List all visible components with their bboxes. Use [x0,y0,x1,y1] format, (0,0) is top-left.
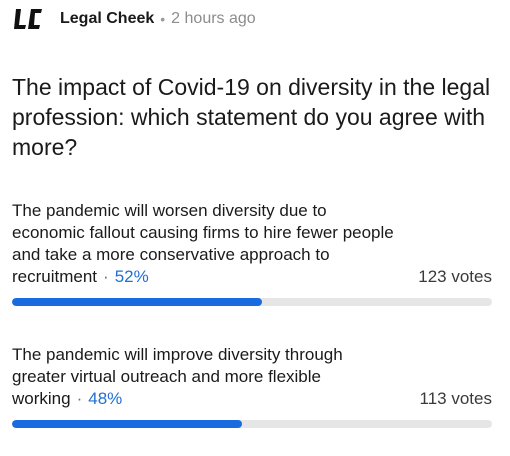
option-percent: 48% [88,389,123,408]
result-bar-track [12,420,492,428]
legal-cheek-logo[interactable] [14,6,46,32]
option-separator: · [103,267,109,286]
option-votes: 113 votes [419,389,492,408]
poll-question: The impact of Covid-19 on diversity in t… [12,74,491,160]
poll-option-2[interactable]: The pandemic will improve diversity thro… [12,344,492,428]
poll-option-1[interactable]: The pandemic will worsen diversity due t… [12,200,492,306]
result-bar-fill [12,420,243,428]
option-percent: 52% [114,267,149,286]
option-votes: 123 votes [418,267,492,286]
poll-option-text: The pandemic will improve diversity thro… [12,344,392,410]
result-bar-fill [12,298,262,306]
post-timestamp: 2 hours ago [171,10,256,27]
poll-option-text: The pandemic will worsen diversity due t… [12,200,402,288]
source-name[interactable]: Legal Cheek [60,10,154,28]
post-header: Legal Cheek • 2 hours ago [14,4,256,34]
option-separator: · [76,389,83,408]
result-bar-track [12,298,492,306]
option-label: The pandemic will worsen diversity due t… [12,201,394,286]
header-separator: • [160,11,166,27]
option-label: The pandemic will improve diversity thro… [12,345,343,408]
